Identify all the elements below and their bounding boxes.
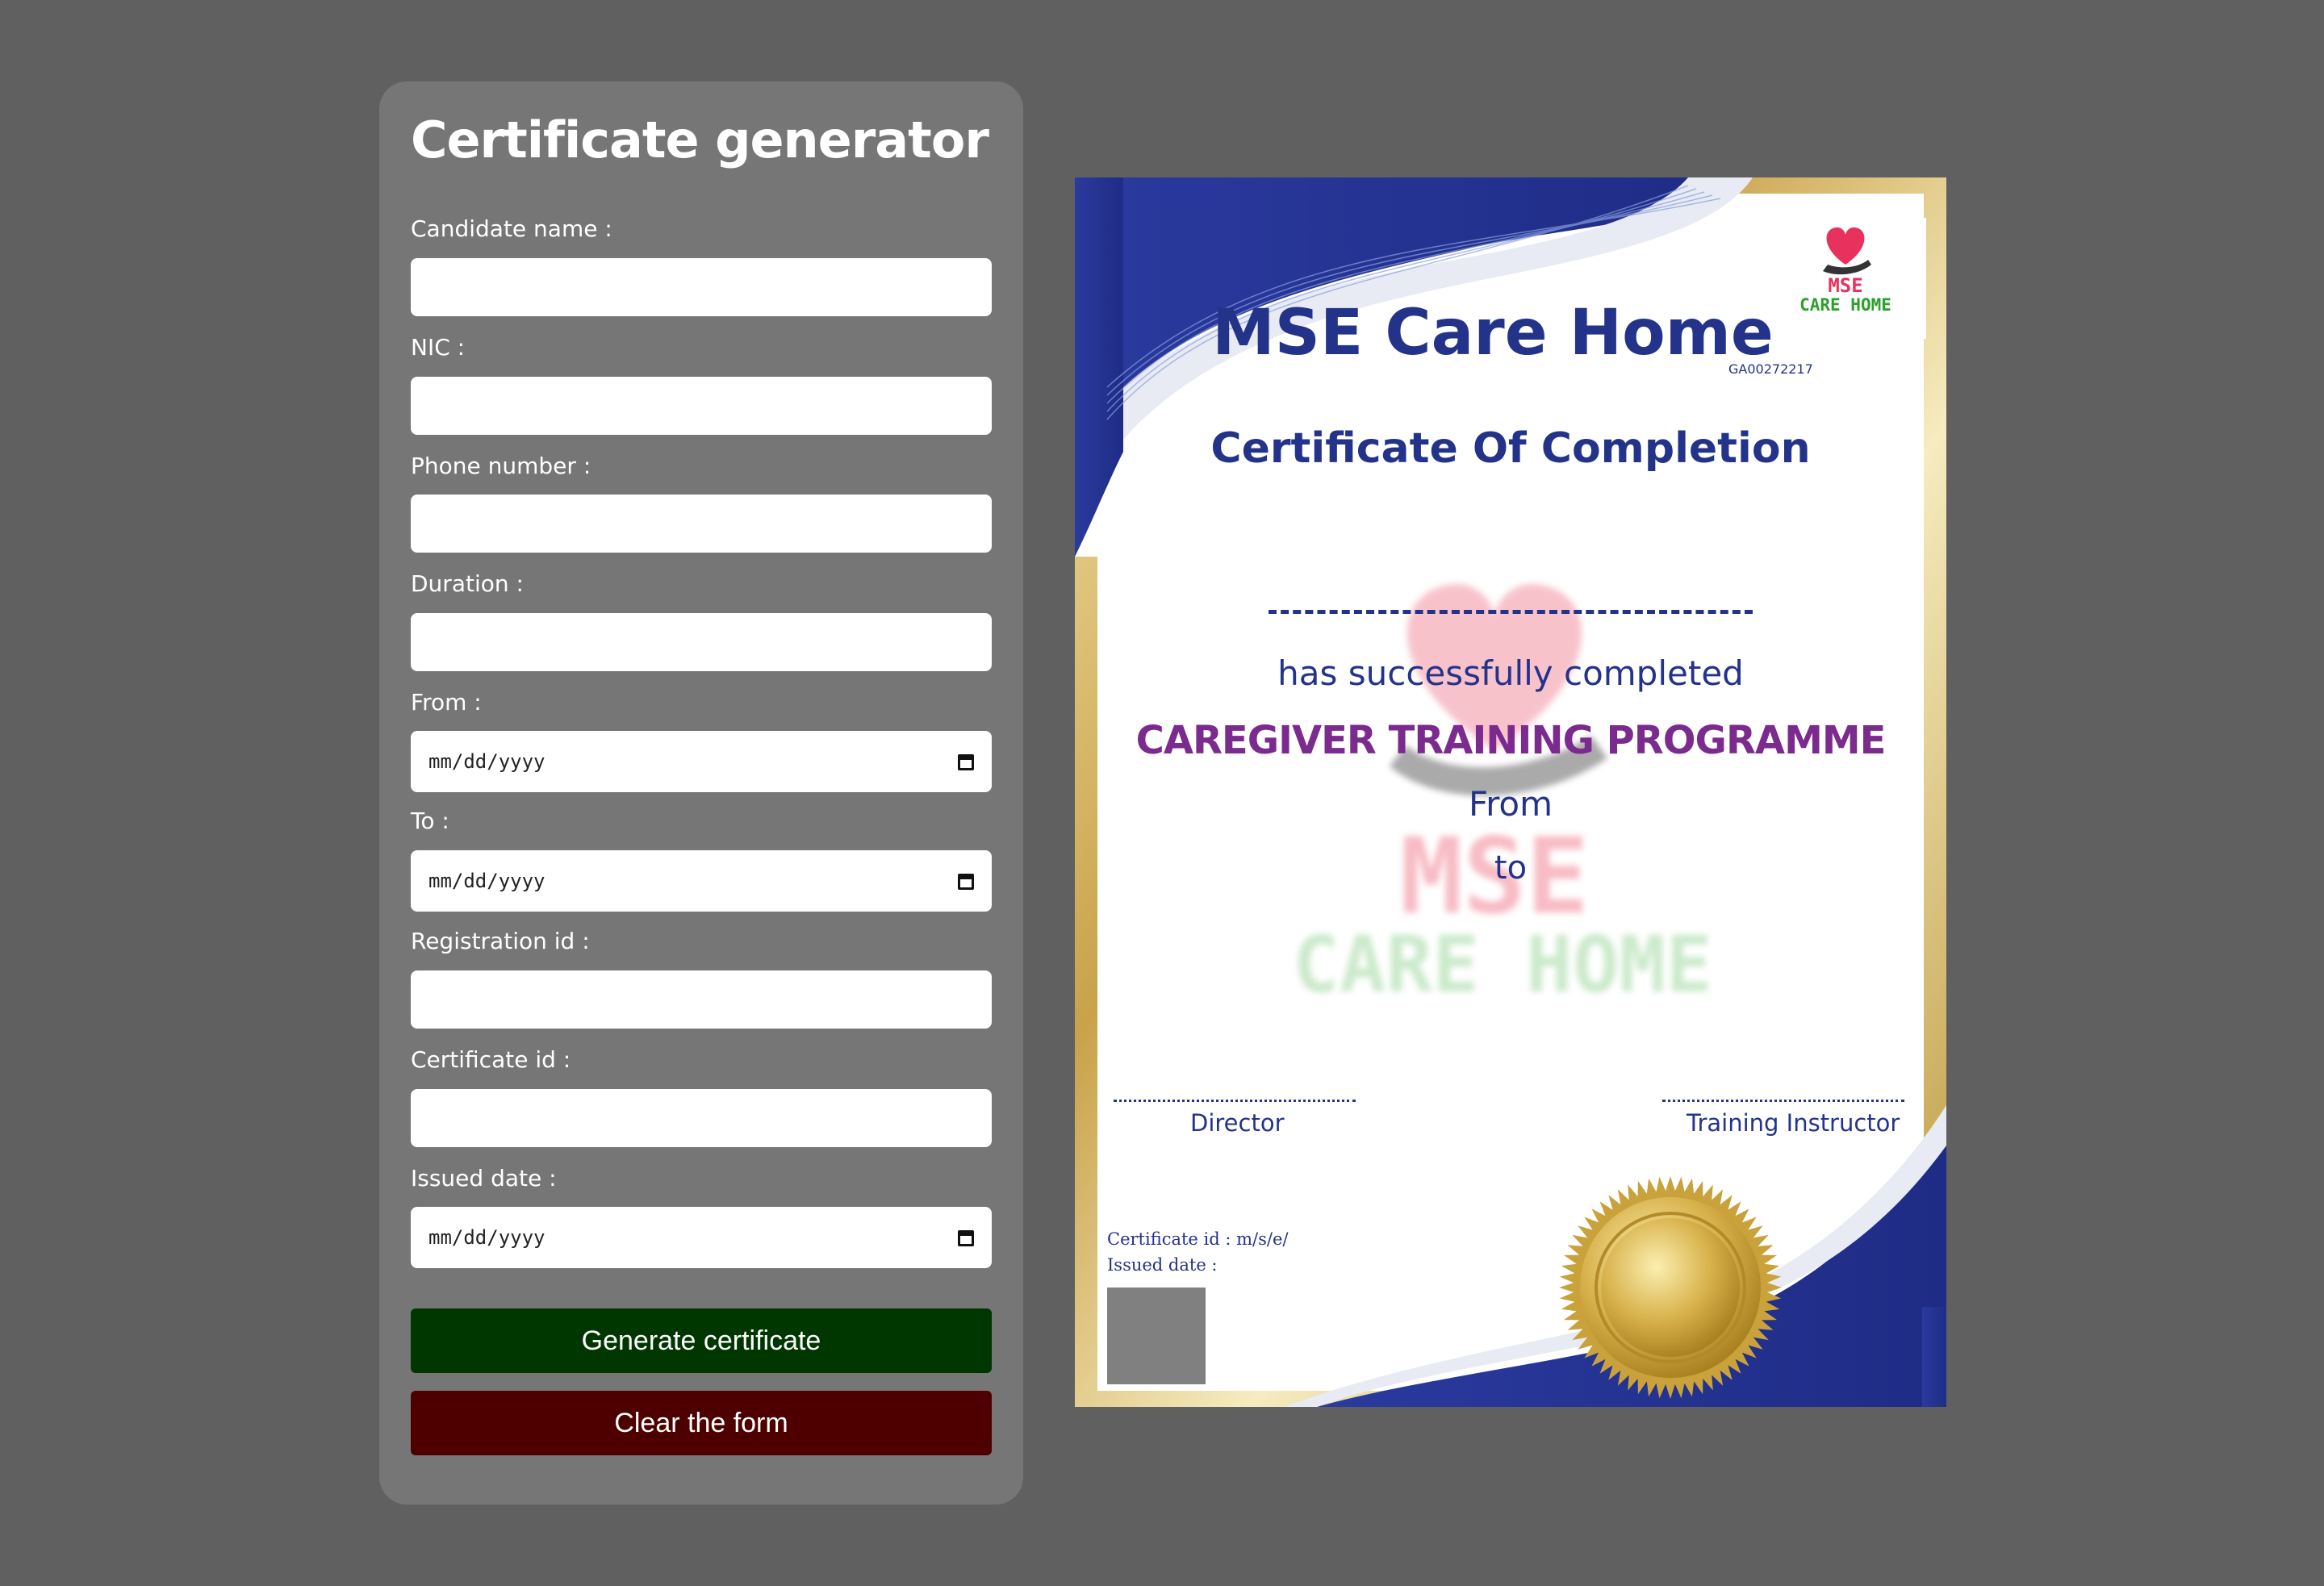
candidate-name-input[interactable]	[411, 258, 992, 316]
issued-date-label: Issued date :	[411, 1165, 557, 1192]
issued-date-placeholder: mm/dd/yyyy	[428, 1226, 545, 1249]
calendar-icon[interactable]	[958, 872, 974, 890]
programme-name: CAREGIVER TRAINING PROGRAMME	[1135, 718, 1887, 763]
instructor-signature-line	[1662, 1100, 1904, 1102]
director-label: Director	[1190, 1109, 1285, 1137]
logo-mse-text: MSE	[1828, 274, 1863, 297]
registration-id-label: Registration id :	[411, 928, 590, 954]
certificate-id-input[interactable]	[411, 1089, 992, 1147]
registration-id-input[interactable]	[411, 970, 992, 1029]
certificate-title: Certificate Of Completion	[1210, 424, 1811, 473]
calendar-icon[interactable]	[958, 753, 974, 770]
director-signature-line	[1114, 1100, 1356, 1102]
phone-number-input[interactable]	[411, 495, 992, 553]
certificate-id-value: m/s/e/	[1236, 1229, 1289, 1249]
form-title: Certificate generator	[411, 111, 989, 169]
issued-date-input[interactable]: mm/dd/yyyy	[411, 1207, 992, 1268]
from-date-placeholder: mm/dd/yyyy	[428, 750, 545, 773]
certificate-id-label: Certificate id :	[411, 1046, 571, 1073]
watermark-care-home-text: CARE HOME	[1292, 920, 1713, 1010]
completion-statement: has successfully completed	[1277, 653, 1744, 693]
certificate-id-line: Certificate id : m/s/e/	[1107, 1229, 1288, 1249]
heart-hand-logo-icon	[1823, 227, 1871, 275]
to-label: to	[1494, 849, 1528, 887]
registration-code: GA00272217	[1728, 361, 1813, 377]
duration-input[interactable]	[411, 613, 992, 671]
certificate-preview: MSE CARE HOME MSE CARE HOME MSE Care Hom…	[1075, 177, 1946, 1407]
issued-date-line: Issued date :	[1107, 1255, 1218, 1275]
nic-input[interactable]	[411, 377, 992, 435]
calendar-icon[interactable]	[958, 1229, 974, 1246]
candidate-name-line	[1269, 610, 1753, 614]
phone-number-label: Phone number :	[411, 453, 591, 479]
gold-seal-icon	[1559, 1176, 1782, 1399]
nic-label: NIC :	[411, 334, 466, 361]
to-date-label: To :	[411, 808, 449, 834]
candidate-name-label: Candidate name :	[411, 215, 612, 242]
clear-form-button[interactable]: Clear the form	[411, 1391, 992, 1455]
to-date-input[interactable]: mm/dd/yyyy	[411, 850, 992, 912]
duration-label: Duration :	[411, 570, 524, 597]
certificate-id-caption: Certificate id :	[1107, 1229, 1231, 1249]
from-label: From	[1468, 784, 1553, 824]
generate-certificate-button[interactable]: Generate certificate	[411, 1308, 992, 1373]
training-instructor-label: Training Instructor	[1687, 1109, 1900, 1137]
from-date-label: From :	[411, 689, 482, 716]
qr-code-placeholder	[1107, 1288, 1206, 1384]
from-date-input[interactable]: mm/dd/yyyy	[411, 731, 992, 792]
to-date-placeholder: mm/dd/yyyy	[428, 870, 545, 892]
organization-name: MSE Care Home	[1212, 297, 1774, 369]
certificate-form-panel: Certificate generator Candidate name : N…	[379, 81, 1023, 1505]
